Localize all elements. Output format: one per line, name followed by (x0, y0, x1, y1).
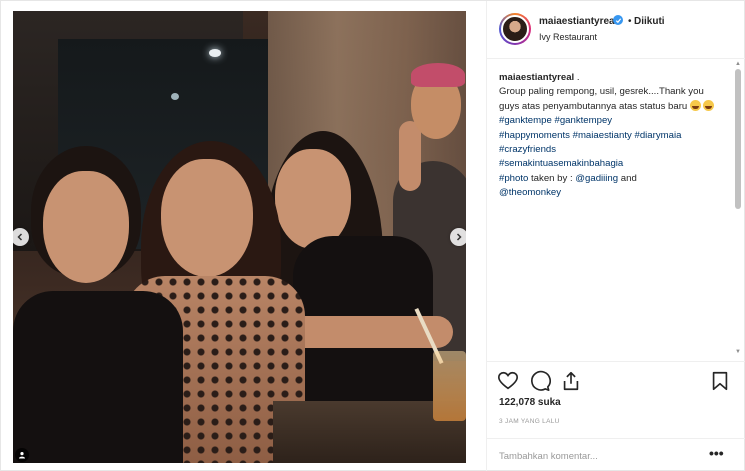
post-photo[interactable] (13, 11, 466, 463)
like-button[interactable] (497, 370, 519, 392)
grinning-emoji-icon (702, 99, 714, 111)
caption-credit-text: taken by : (531, 172, 573, 184)
post-caption: maiaestiantyreal . Group paling rempong,… (499, 71, 721, 201)
post-side-panel: maiaestiantyreal • Diikuti Ivy Restauran… (486, 1, 745, 471)
comments-area: maiaestiantyreal . Group paling rempong,… (487, 59, 745, 359)
header-username[interactable]: maiaestiantyreal (539, 16, 617, 27)
hashtag-link[interactable]: #ganktempey (554, 115, 612, 126)
save-button[interactable] (709, 370, 731, 392)
share-icon (563, 371, 579, 391)
photo-drink (433, 351, 466, 421)
more-options-button[interactable]: ••• (709, 445, 724, 461)
comment-input[interactable] (499, 448, 699, 464)
bookmark-icon (712, 371, 728, 391)
comments-scrollbar[interactable]: ▲ ▼ (734, 61, 742, 357)
next-photo-button[interactable] (450, 228, 466, 246)
hashtag-link[interactable]: #photo (499, 173, 528, 184)
header-separator: • (628, 16, 632, 27)
avatar[interactable] (499, 13, 531, 45)
mention-link[interactable]: @gadiiing (575, 173, 618, 184)
comment-icon (531, 370, 551, 391)
post-timestamp[interactable]: 3 JAM YANG LALU (499, 418, 560, 425)
user-tag-icon (19, 452, 25, 459)
heart-icon (498, 371, 518, 390)
scroll-down-arrow-icon[interactable]: ▼ (735, 349, 741, 355)
hashtag-link[interactable]: #diarymaia (634, 130, 681, 141)
caption-text: Group paling rempong, usil, gesrek....Th… (499, 86, 704, 112)
post-actions (487, 361, 745, 401)
grinning-emoji-icon (689, 99, 701, 111)
caption-dot: . (576, 72, 580, 83)
hashtag-link[interactable]: #ganktempe (499, 115, 552, 126)
user-tag-button[interactable] (15, 448, 29, 462)
caption-username[interactable]: maiaestiantyreal (499, 72, 574, 83)
location-link[interactable]: Ivy Restaurant (539, 32, 597, 42)
share-button[interactable] (560, 370, 582, 392)
post-header: maiaestiantyreal • Diikuti Ivy Restauran… (487, 1, 745, 59)
photo-lamp (209, 49, 221, 57)
chevron-left-icon (17, 233, 23, 241)
likes-count[interactable]: 122,078 suka (499, 397, 561, 408)
follow-button[interactable]: Diikuti (634, 16, 665, 27)
mention-link[interactable]: @theomonkey (499, 187, 561, 198)
scroll-up-arrow-icon[interactable]: ▲ (735, 61, 741, 67)
hashtag-link[interactable]: #maiaestianty (573, 130, 632, 141)
instagram-post: maiaestiantyreal • Diikuti Ivy Restauran… (0, 0, 745, 471)
hashtag-link[interactable]: #semakintuasemakinbahagia (499, 158, 623, 169)
caption-and-text: and (620, 172, 637, 184)
verified-badge-icon (613, 15, 623, 25)
comment-form: ••• (487, 438, 745, 471)
photo-lamp-small (171, 93, 179, 100)
scrollbar-thumb[interactable] (735, 69, 741, 209)
hashtag-link[interactable]: #happymoments (499, 130, 570, 141)
comment-button[interactable] (529, 370, 551, 392)
chevron-right-icon (456, 233, 462, 241)
hashtag-link[interactable]: #crazyfriends (499, 144, 556, 155)
